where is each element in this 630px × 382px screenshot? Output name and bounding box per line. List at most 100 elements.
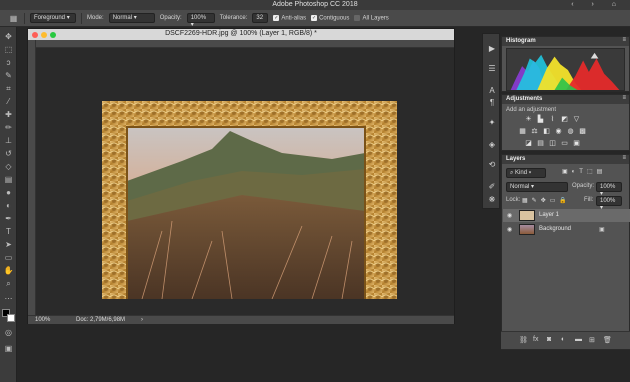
canvas[interactable] [36,48,454,315]
dodge-tool-icon[interactable]: ◐ [3,200,14,211]
layers-title: Layers [506,156,526,162]
curves-icon[interactable]: ⌇ [548,116,557,124]
brushes-icon[interactable]: ❋ [487,195,497,205]
panel-icon-strip: ▶ ☰ A ¶ ✦ ◈ ⟲ ✐ ❋ [482,33,500,209]
styles-icon[interactable]: ◈ [487,140,497,150]
new-group-icon[interactable]: ▬ [575,336,582,343]
healing-brush-tool-icon[interactable]: ✚ [3,109,14,120]
adjustments-tab[interactable]: Adjustments [502,95,629,104]
play-icon[interactable]: ▶ [487,44,497,54]
marquee-tool-icon[interactable]: ⬚ [3,44,14,55]
window-controls[interactable]: ‹ › ⌂ [571,1,624,8]
clone-stamp-tool-icon[interactable]: ⊥ [3,135,14,146]
screen-mode-icon[interactable]: ▣ [3,343,14,354]
vibrance-icon[interactable]: ▽ [572,116,581,124]
opacity-label: Opacity: [159,15,182,21]
posterize-icon[interactable]: ▤ [536,140,545,148]
mode-select[interactable]: Normal ▾ [108,13,155,23]
zoom-level[interactable]: 100% [35,317,50,323]
fill-field[interactable]: 100% ▾ [596,196,622,211]
quick-mask-icon[interactable]: ◎ [3,327,14,338]
history-brush-tool-icon[interactable]: ↺ [3,148,14,159]
blur-tool-icon[interactable]: ● [3,187,14,198]
mode-label: Mode: [87,15,104,21]
new-layer-icon[interactable]: ⊞ [589,336,595,344]
all-layers-checkbox[interactable]: All Layers [354,14,389,21]
lock-icons[interactable]: ▦✎✥▭🔒 [522,197,571,204]
histogram-graph [506,48,625,91]
contiguous-checkbox[interactable]: ✓ Contiguous [311,14,350,22]
hue-saturation-icon[interactable]: ▦ [518,128,527,136]
brush-tool-icon[interactable]: ✏ [3,122,14,133]
eyedropper-tool-icon[interactable]: ⁄ [3,96,14,107]
exposure-icon[interactable]: ◩ [560,116,569,124]
lasso-tool-icon[interactable]: ↄ [3,57,14,68]
crop-tool-icon[interactable]: ⌗ [3,83,14,94]
zoom-tool-icon[interactable]: ⌕ [3,278,14,289]
visibility-eye-icon[interactable]: ◉ [507,226,512,233]
link-layers-icon[interactable]: ⛓ [519,336,528,344]
eraser-tool-icon[interactable]: ◇ [3,161,14,172]
layer-filter-select[interactable]: ⌕ Kind ▾ [506,168,546,178]
fill-source-select[interactable]: Foreground ▾ [30,13,76,23]
panel-menu-icon[interactable]: ≡ [622,37,626,43]
contiguous-label: Contiguous [319,15,350,22]
selective-color-icon[interactable]: ▣ [572,140,581,148]
levels-icon[interactable]: ▙ [536,116,545,124]
visibility-eye-icon[interactable]: ◉ [507,212,512,219]
move-tool-icon[interactable]: ✥ [3,31,14,42]
more-tools-icon[interactable]: ⋯ [3,293,14,304]
histogram-tab[interactable]: Histogram [502,37,629,46]
histogram-title: Histogram [506,38,536,44]
blend-mode-value: Normal [510,184,530,190]
history-icon[interactable]: ⟲ [487,160,497,170]
tool-presets-icon[interactable]: ✐ [487,182,497,192]
antialias-checkbox[interactable]: ✓ Anti-alias [273,14,306,21]
character-icon[interactable]: A [487,86,497,96]
paragraph-icon[interactable]: ¶ [487,98,497,108]
properties-icon[interactable]: ☰ [487,64,497,74]
document-title-bar: DSCF2269-HDR.jpg @ 100% (Layer 1, RGB/8)… [28,29,454,40]
adjustments-subtitle: Add an adjustment [506,107,557,113]
paint-bucket-icon[interactable]: ▦ [8,13,19,24]
lock-icon: ▣ [599,227,605,233]
layer-row[interactable]: ◉ Background ▣ [503,223,630,236]
hand-tool-icon[interactable]: ✋ [3,265,14,276]
pen-tool-icon[interactable]: ✒ [3,213,14,224]
invert-icon[interactable]: ◪ [524,140,533,148]
channel-mixer-icon[interactable]: ◍ [566,128,575,136]
opacity-field[interactable]: 100% ▾ [186,13,215,28]
filter-icons[interactable]: ▣◐T⬚▤ [562,168,606,175]
chevron-right-icon[interactable]: › [141,317,143,323]
delete-layer-icon[interactable]: 🗑 [603,336,612,344]
color-balance-icon[interactable]: ⚖ [530,128,539,136]
divider [81,12,82,24]
brightness-icon[interactable]: ☀ [524,116,533,124]
brush-settings-icon[interactable]: ✦ [487,118,497,128]
adjustment-layer-icon[interactable]: ◐ [561,336,565,343]
layers-tab[interactable]: Layers [502,155,629,164]
black-white-icon[interactable]: ◧ [542,128,551,136]
background-color-swatch[interactable] [7,314,15,322]
gradient-map-icon[interactable]: ▭ [560,140,569,148]
path-selection-tool-icon[interactable]: ➤ [3,239,14,250]
fx-icon[interactable]: fx [533,336,538,343]
color-lookup-icon[interactable]: ▩ [578,128,587,136]
document-size: Doc: 2,79M/6,98M [76,317,126,323]
gradient-tool-icon[interactable]: ▤ [3,174,14,185]
layer-opacity-value: 100% [600,184,616,190]
blend-mode-select[interactable]: Normal ▾ [506,182,568,192]
panel-menu-icon[interactable]: ≡ [622,95,626,101]
quick-select-tool-icon[interactable]: ✎ [3,70,14,81]
shape-tool-icon[interactable]: ▭ [3,252,14,263]
layer-opacity-field[interactable]: 100% ▾ [596,182,622,197]
layer-row[interactable]: ◉ Layer 1 [503,209,630,222]
type-tool-icon[interactable]: T [3,226,14,237]
fill-source-value: Foreground [34,15,66,21]
tolerance-field[interactable]: 32 [252,13,269,23]
threshold-icon[interactable]: ◫ [548,140,557,148]
panel-menu-icon[interactable]: ≡ [622,155,626,161]
photo-filter-icon[interactable]: ◉ [554,128,563,136]
add-mask-icon[interactable]: ◙ [547,336,551,343]
vertical-ruler [28,40,36,315]
